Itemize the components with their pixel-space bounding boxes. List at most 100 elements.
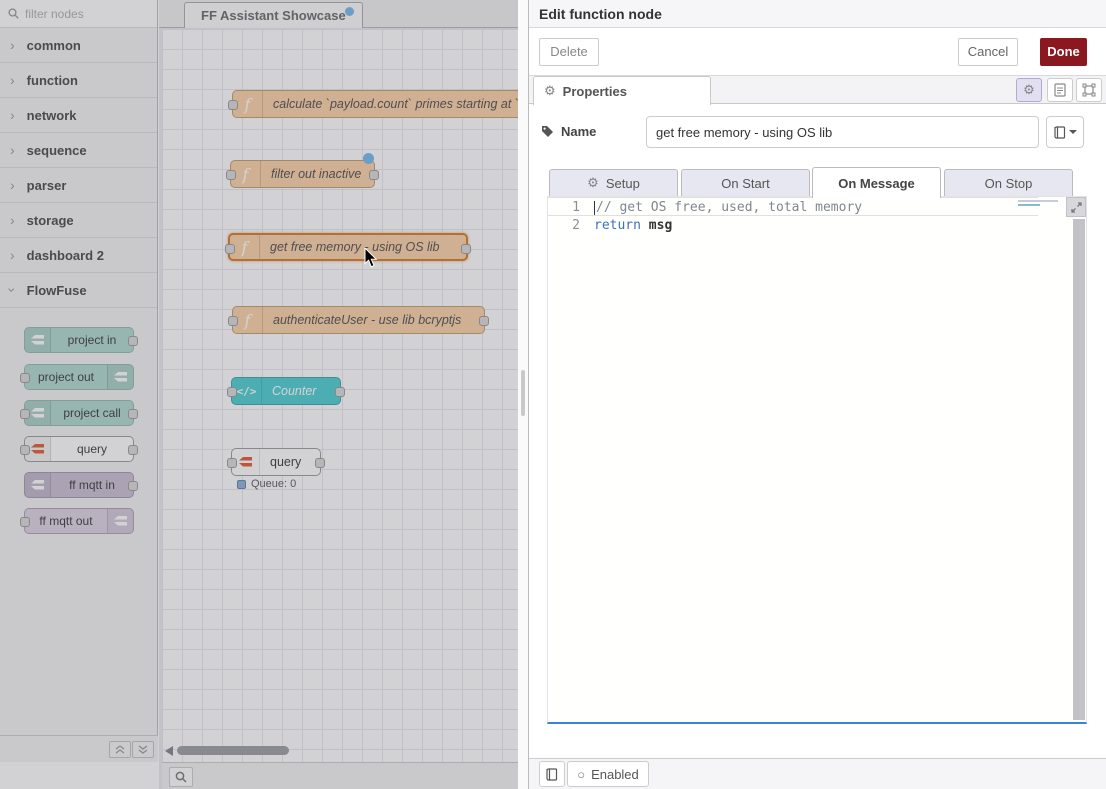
palette-filter-input[interactable] (25, 7, 135, 21)
input-port[interactable] (20, 445, 30, 455)
expand-all-button[interactable] (132, 741, 154, 758)
magnifier-icon (175, 771, 187, 783)
done-button[interactable]: Done (1040, 38, 1087, 66)
canvas-footer (162, 762, 518, 789)
description-icon-button[interactable] (1047, 78, 1073, 102)
circle-icon: ○ (577, 767, 585, 782)
output-port[interactable] (335, 387, 345, 397)
palette-node-ff-mqtt-in[interactable]: ff mqtt in (24, 472, 134, 498)
node-get-free-memory[interactable]: f get free memory - using OS lib (228, 233, 468, 261)
changed-dot (363, 153, 374, 164)
input-port[interactable] (228, 100, 238, 110)
workspace: ›common ›function ›network ›sequence ›pa… (0, 0, 518, 789)
palette-node-query[interactable]: query (24, 436, 134, 462)
palette-sidebar: ›common ›function ›network ›sequence ›pa… (0, 0, 158, 762)
search-icon (8, 8, 19, 19)
node-status: Queue: 0 (237, 478, 296, 490)
input-port[interactable] (227, 387, 237, 397)
tab-on-start[interactable]: On Start (681, 169, 810, 197)
tag-icon (541, 125, 554, 138)
resize-grip (521, 370, 525, 416)
input-port[interactable] (20, 373, 30, 383)
output-port[interactable] (128, 336, 138, 346)
input-port[interactable] (225, 244, 235, 254)
name-input[interactable] (646, 116, 1039, 148)
name-field-row: Name (529, 104, 1106, 160)
chevron-right-icon: › (10, 38, 15, 52)
flow-tab[interactable]: FF Assistant Showcase (184, 2, 363, 28)
node-authenticate-user[interactable]: f authenticateUser - use lib bcryptjs (232, 306, 485, 334)
selection-frame-icon (1082, 83, 1096, 97)
delete-button[interactable]: Delete (539, 38, 599, 66)
flowfuse-icon (25, 473, 51, 497)
input-port[interactable] (20, 409, 30, 419)
input-port[interactable] (20, 517, 30, 527)
output-port[interactable] (479, 316, 489, 326)
palette-category-storage[interactable]: ›storage (0, 203, 157, 238)
palette-node-ff-mqtt-out[interactable]: ff mqtt out (24, 508, 134, 534)
output-port[interactable] (128, 481, 138, 491)
tab-on-message[interactable]: On Message (812, 167, 941, 198)
output-port[interactable] (128, 445, 138, 455)
status-dot (237, 480, 246, 489)
output-port[interactable] (461, 244, 471, 254)
library-button[interactable] (539, 761, 565, 787)
palette-category-function[interactable]: ›function (0, 63, 157, 98)
input-port[interactable] (227, 458, 237, 468)
palette-category-network[interactable]: ›network (0, 98, 157, 133)
properties-icon-button[interactable]: ⚙ (1016, 78, 1042, 102)
flowfuse-icon (25, 328, 51, 352)
palette-category-common[interactable]: ›common (0, 28, 157, 63)
appearance-icon-button[interactable] (1076, 78, 1102, 102)
search-flows-button[interactable] (169, 767, 193, 787)
editor-tab-row: ⚙ Properties ⚙ (529, 76, 1106, 104)
tray-toolbar: Delete Cancel Done (529, 28, 1106, 76)
code-line: 1// get OS free, used, total memory (548, 197, 1038, 216)
book-icon (1054, 126, 1066, 139)
node-calculate-primes[interactable]: f calculate `payload.count` primes start… (232, 90, 518, 118)
chevron-down-icon: › (5, 288, 19, 293)
scroll-left-arrow[interactable] (165, 746, 173, 756)
tab-setup[interactable]: ⚙Setup (549, 169, 678, 197)
flow-canvas[interactable]: f calculate `payload.count` primes start… (162, 29, 518, 762)
document-icon (1054, 83, 1066, 97)
editor-minimap (1018, 200, 1062, 214)
input-port[interactable] (228, 316, 238, 326)
tab-on-stop[interactable]: On Stop (944, 169, 1073, 197)
tray-resize-handle[interactable] (518, 0, 528, 789)
gear-icon: ⚙ (587, 175, 599, 191)
expand-editor-button[interactable] (1066, 197, 1086, 217)
palette-category-flowfuse[interactable]: ›FlowFuse (0, 273, 157, 308)
palette-category-parser[interactable]: ›parser (0, 168, 157, 203)
palette-node-project-out[interactable]: project out (24, 364, 134, 390)
canvas-area: FF Assistant Showcase f calculate `paylo… (159, 0, 518, 789)
node-filter-out-inactive[interactable]: f filter out inactive (230, 160, 375, 188)
node-counter[interactable]: </> Counter (231, 377, 341, 405)
input-port[interactable] (226, 170, 236, 180)
editor-scrollbar[interactable] (1073, 219, 1085, 720)
collapse-all-button[interactable] (109, 741, 131, 758)
output-port[interactable] (369, 170, 379, 180)
gear-icon: ⚙ (1023, 82, 1035, 98)
palette-category-sequence[interactable]: ›sequence (0, 133, 157, 168)
horizontal-scrollbar[interactable] (177, 746, 289, 755)
cancel-button[interactable]: Cancel (958, 38, 1018, 66)
node-red-window: ›common ›function ›network ›sequence ›pa… (0, 0, 1106, 789)
palette-search[interactable] (0, 0, 157, 28)
palette-category-dashboard2[interactable]: ›dashboard 2 (0, 238, 157, 273)
library-dropdown-button[interactable] (1046, 116, 1084, 148)
code-editor[interactable]: 1// get OS free, used, total memory 2ret… (547, 196, 1087, 724)
tray-footer: ○ Enabled (529, 758, 1106, 789)
enabled-toggle-button[interactable]: ○ Enabled (567, 761, 649, 787)
properties-tab[interactable]: ⚙ Properties (533, 76, 711, 105)
edit-tray: Edit function node Delete Cancel Done ⚙ … (528, 0, 1106, 789)
output-port[interactable] (315, 458, 325, 468)
book-icon (546, 768, 558, 781)
node-query[interactable]: query (231, 448, 321, 476)
palette-node-project-call[interactable]: project call (24, 400, 134, 426)
chevron-right-icon: › (10, 73, 15, 87)
palette-node-project-in[interactable]: project in (24, 327, 134, 353)
gear-icon: ⚙ (544, 83, 556, 99)
output-port[interactable] (128, 409, 138, 419)
double-chevron-up-icon (115, 745, 125, 754)
